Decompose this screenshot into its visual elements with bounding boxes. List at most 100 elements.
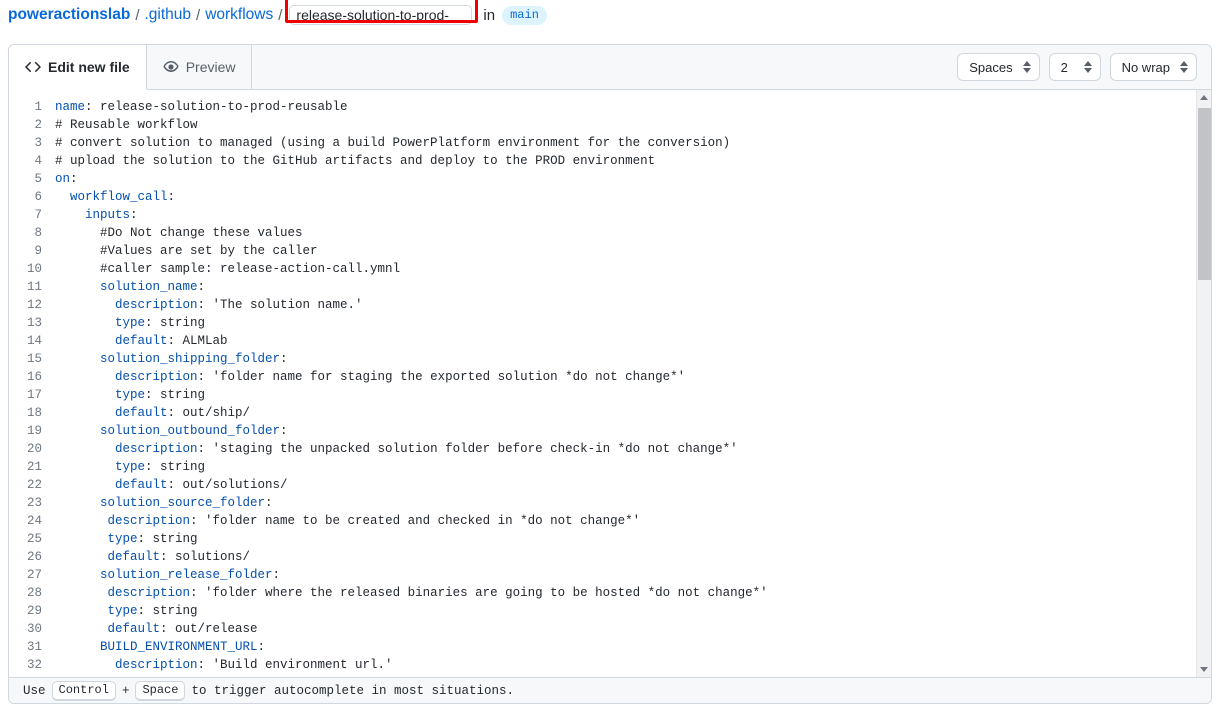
line-number: 8 <box>9 224 55 242</box>
code-line: 30 default: out/release <box>9 620 1196 638</box>
code-line: 10 #caller sample: release-action-call.y… <box>9 260 1196 278</box>
hint-plus: + <box>122 684 130 698</box>
line-number: 25 <box>9 530 55 548</box>
branch-badge[interactable]: main <box>502 6 547 25</box>
line-content: solution_outbound_folder: <box>55 422 288 440</box>
code-editor-area[interactable]: 1name: release-solution-to-prod-reusable… <box>9 90 1211 677</box>
line-content: description: 'folder name to be created … <box>55 512 640 530</box>
editor-vertical-scrollbar[interactable] <box>1196 90 1211 677</box>
yaml-key-token: solution_name <box>100 280 198 294</box>
line-content: type: string <box>55 386 205 404</box>
code-line: 19 solution_outbound_folder: <box>9 422 1196 440</box>
code-line: 7 inputs: <box>9 206 1196 224</box>
yaml-key-token: inputs <box>85 208 130 222</box>
breadcrumb-folder-github-link[interactable]: .github <box>144 6 191 24</box>
yaml-key-token: BUILD_ENVIRONMENT_URL <box>100 640 258 654</box>
line-content: #Do Not change these values <box>55 224 303 242</box>
line-content: type: string <box>55 602 198 620</box>
code-line: 25 type: string <box>9 530 1196 548</box>
line-content: description: 'staging the unpacked solut… <box>55 440 738 458</box>
line-number: 7 <box>9 206 55 224</box>
hint-prefix: Use <box>23 684 46 698</box>
hint-suffix: to trigger autocomplete in most situatio… <box>191 684 514 698</box>
scroll-up-arrow-icon[interactable] <box>1197 90 1211 105</box>
line-content: description: 'folder where the released … <box>55 584 768 602</box>
line-content: description: 'Build environment url.' <box>55 656 393 674</box>
wrap-mode-select[interactable]: No wrap <box>1110 53 1197 81</box>
line-content: type: string <box>55 314 205 332</box>
kbd-space: Space <box>135 681 185 701</box>
code-line: 3# convert solution to managed (using a … <box>9 134 1196 152</box>
code-line: 14 default: ALMLab <box>9 332 1196 350</box>
line-content: #caller sample: release-action-call.ymnl <box>55 260 400 278</box>
line-content: on: <box>55 170 78 188</box>
line-number: 3 <box>9 134 55 152</box>
breadcrumb-separator-3: / <box>278 7 282 24</box>
scroll-down-arrow-icon[interactable] <box>1197 662 1211 677</box>
line-number: 15 <box>9 350 55 368</box>
code-line: 5on: <box>9 170 1196 188</box>
code-line: 8 #Do Not change these values <box>9 224 1196 242</box>
code-line: 12 description: 'The solution name.' <box>9 296 1196 314</box>
yaml-key-token: description <box>115 442 198 456</box>
yaml-key-token: description <box>115 370 198 384</box>
code-line: 24 description: 'folder name to be creat… <box>9 512 1196 530</box>
yaml-key-token: on <box>55 172 70 186</box>
line-number: 18 <box>9 404 55 422</box>
line-number: 22 <box>9 476 55 494</box>
code-line: 31 BUILD_ENVIRONMENT_URL: <box>9 638 1196 656</box>
line-content: default: out/solutions/ <box>55 476 288 494</box>
breadcrumb-owner-link[interactable]: poweractionslab <box>8 6 130 24</box>
line-number: 32 <box>9 656 55 674</box>
code-line: 28 description: 'folder where the releas… <box>9 584 1196 602</box>
tab-edit-new-file[interactable]: Edit new file <box>9 45 147 90</box>
line-content: workflow_call: <box>55 188 175 206</box>
code-line: 20 description: 'staging the unpacked so… <box>9 440 1196 458</box>
code-line: 13 type: string <box>9 314 1196 332</box>
yaml-key-token: solution_shipping_folder <box>100 352 280 366</box>
line-number: 24 <box>9 512 55 530</box>
line-content: default: solutions/ <box>55 548 250 566</box>
line-content: description: 'The solution name.' <box>55 296 363 314</box>
breadcrumb-separator-2: / <box>196 7 200 24</box>
line-number: 11 <box>9 278 55 296</box>
code-line: 1name: release-solution-to-prod-reusable <box>9 98 1196 116</box>
yaml-key-token: type <box>115 388 145 402</box>
line-number: 31 <box>9 638 55 656</box>
line-content: description: 'folder name for staging th… <box>55 368 685 386</box>
indent-size-select[interactable]: 2 <box>1049 53 1101 81</box>
breadcrumb-folder-workflows-link[interactable]: workflows <box>205 6 273 24</box>
chevron-updown-icon <box>1084 61 1092 73</box>
scrollbar-thumb[interactable] <box>1198 108 1211 280</box>
code-line: 15 solution_shipping_folder: <box>9 350 1196 368</box>
line-content: # Reusable workflow <box>55 116 198 134</box>
tab-preview[interactable]: Preview <box>147 45 253 89</box>
code-line: 23 solution_source_folder: <box>9 494 1196 512</box>
editor-status-bar: Use Control + Space to trigger autocompl… <box>9 677 1211 703</box>
toolbar-spacer <box>252 45 957 89</box>
breadcrumb-in-label: in <box>483 7 495 24</box>
line-content: default: out/ship/ <box>55 404 250 422</box>
filename-field-wrapper <box>289 5 472 25</box>
line-number: 9 <box>9 242 55 260</box>
kbd-control: Control <box>52 681 116 701</box>
line-number: 6 <box>9 188 55 206</box>
line-number: 2 <box>9 116 55 134</box>
eye-icon <box>163 59 179 75</box>
line-content: #Values are set by the caller <box>55 242 318 260</box>
line-content: name: release-solution-to-prod-reusable <box>55 98 348 116</box>
indent-mode-select[interactable]: Spaces <box>957 53 1039 81</box>
yaml-key-token: name <box>55 100 85 114</box>
line-number: 28 <box>9 584 55 602</box>
yaml-key-token: description <box>115 298 198 312</box>
code-line: 22 default: out/solutions/ <box>9 476 1196 494</box>
filename-input[interactable] <box>289 5 472 25</box>
code-lines-container[interactable]: 1name: release-solution-to-prod-reusable… <box>9 90 1196 677</box>
code-line: 16 description: 'folder name for staging… <box>9 368 1196 386</box>
line-content: inputs: <box>55 206 138 224</box>
yaml-key-token: description <box>115 658 198 672</box>
code-line: 17 type: string <box>9 386 1196 404</box>
yaml-key-token: workflow_call <box>70 190 168 204</box>
yaml-key-token: description <box>108 586 191 600</box>
line-content: BUILD_ENVIRONMENT_URL: <box>55 638 265 656</box>
